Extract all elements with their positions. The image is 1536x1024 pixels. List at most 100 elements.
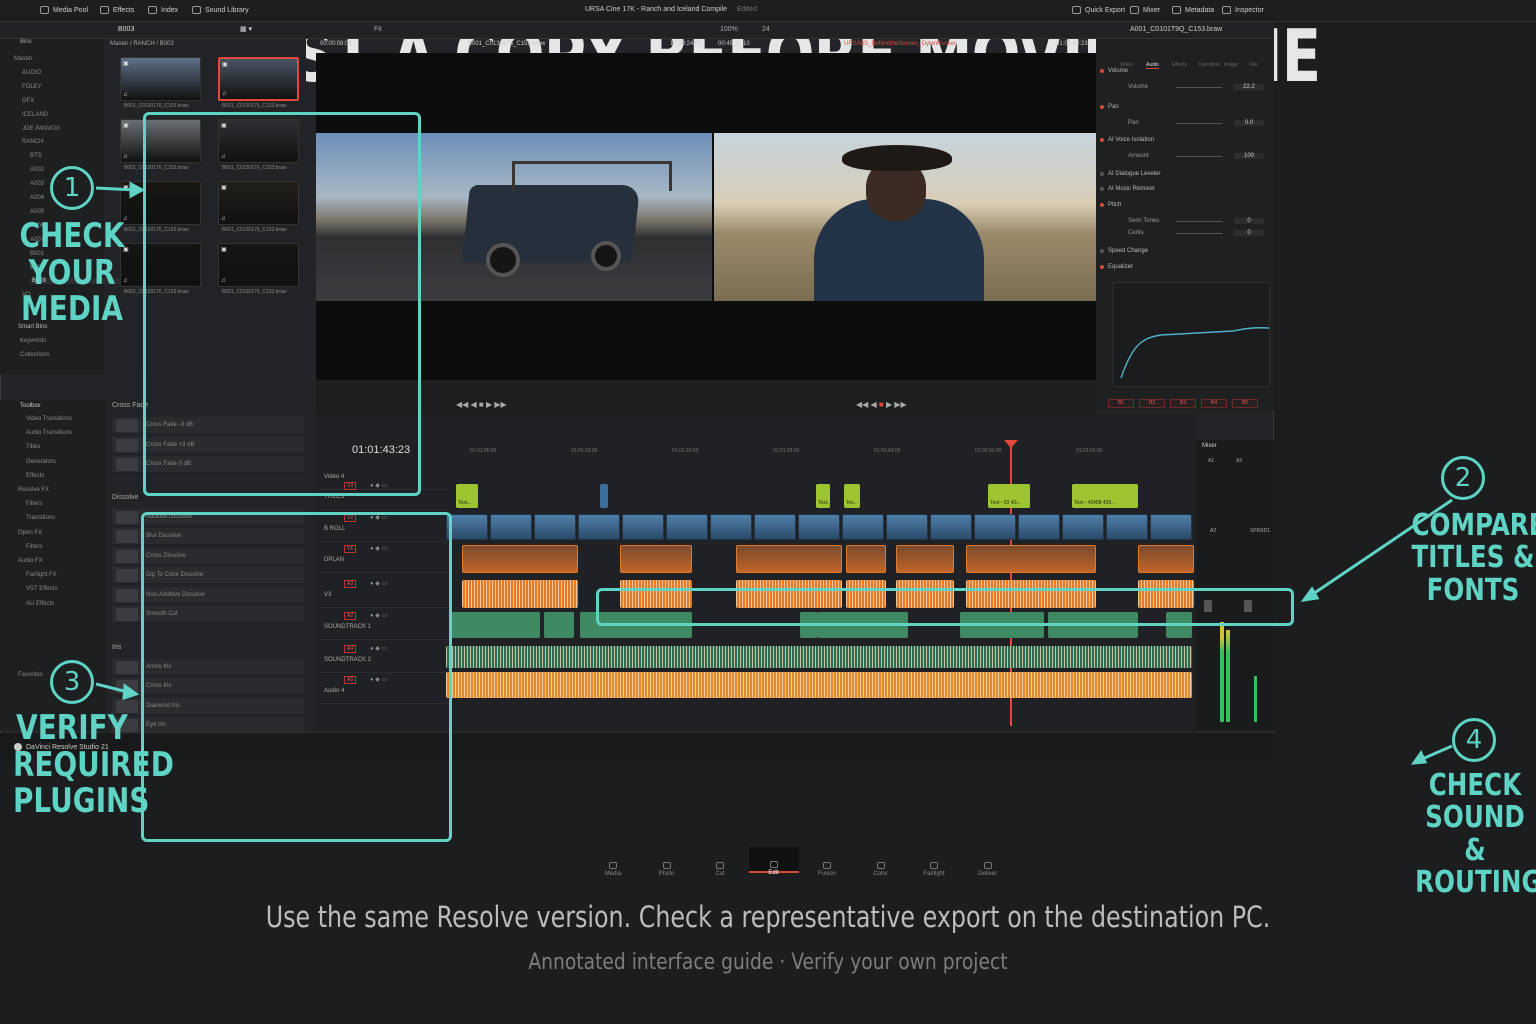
b-roll-clip[interactable] — [842, 514, 884, 540]
equalizer-graph[interactable] — [1112, 282, 1270, 387]
view-toggle-icon[interactable]: ▦ ▾ — [240, 25, 252, 33]
title-clip[interactable]: Text - 43488 435... — [1072, 484, 1138, 508]
param-slider[interactable] — [1176, 87, 1222, 88]
b-roll-clip[interactable] — [1106, 514, 1148, 540]
fx-tree-item[interactable]: Fairlight FX — [26, 572, 57, 578]
audio-4-clip[interactable] — [446, 672, 1192, 698]
title-clip[interactable]: Tex... — [844, 484, 860, 508]
inspector-param-value[interactable]: 0 — [1234, 218, 1264, 224]
b-roll-clip[interactable] — [930, 514, 972, 540]
tab-effects[interactable]: Effects — [100, 6, 134, 14]
media-clip-thumbnail[interactable]: ▣ ♫ — [120, 57, 201, 101]
page-tab-edit[interactable]: Edit — [748, 847, 799, 876]
soundtrack-clip[interactable] — [544, 612, 574, 638]
metadata-button[interactable]: Metadata — [1172, 6, 1214, 14]
title-clip[interactable]: Text... — [456, 484, 478, 508]
bin-item-bts[interactable]: BTS — [30, 153, 42, 159]
inspector-param-value[interactable]: 100 — [1234, 153, 1264, 159]
section-toggle[interactable] — [1100, 249, 1104, 253]
eq-band-button[interactable]: B5 — [1232, 399, 1258, 408]
fx-tree-item[interactable]: Filters — [26, 544, 42, 550]
b-roll-clip[interactable] — [710, 514, 752, 540]
page-tab-fusion[interactable]: Fusion — [802, 862, 852, 877]
title-clip[interactable]: Text... — [816, 484, 831, 508]
fx-tree-item[interactable]: Effects — [26, 473, 44, 479]
param-slider[interactable] — [1176, 156, 1222, 157]
title-clip[interactable]: Text - 03 4S... — [988, 484, 1030, 508]
b-roll-clip[interactable] — [446, 514, 488, 540]
bin-item-master[interactable]: Master — [14, 56, 32, 62]
b-roll-clip[interactable] — [1150, 514, 1192, 540]
b-roll-clip[interactable] — [666, 514, 708, 540]
eq-band-button[interactable]: B4 — [1201, 399, 1227, 408]
fit-select[interactable]: Fit — [374, 26, 382, 33]
b-roll-clip[interactable] — [886, 514, 928, 540]
fx-tree-item[interactable]: Transitions — [26, 515, 55, 521]
soundtrack-2-clip[interactable] — [446, 646, 1192, 668]
fx-tree-item[interactable]: Titles — [26, 444, 40, 450]
eq-band-button[interactable]: B1 — [1108, 399, 1134, 408]
dplan-video-clip[interactable] — [966, 545, 1096, 573]
section-toggle[interactable] — [1100, 69, 1104, 73]
page-tab-photo[interactable]: Photo — [642, 862, 692, 877]
dplan-video-clip[interactable] — [846, 545, 886, 573]
param-slider[interactable] — [1176, 233, 1222, 234]
section-toggle[interactable] — [1100, 265, 1104, 269]
dplan-video-clip[interactable] — [620, 545, 692, 573]
title-clip[interactable] — [600, 484, 608, 508]
bin-item-gfx[interactable]: GFX — [22, 98, 34, 104]
bin-item-ranch[interactable]: RANCH — [22, 139, 43, 145]
fx-tree-item[interactable]: Audio FX — [18, 558, 43, 564]
bin-item-joe-panvox[interactable]: JOE PANVOX — [22, 126, 60, 132]
bin-item-a002[interactable]: A002 — [30, 167, 44, 173]
inspector-param-value[interactable]: 0 — [1234, 230, 1264, 236]
param-slider[interactable] — [1176, 221, 1222, 222]
inspector-section-volume[interactable]: Volume — [1108, 68, 1282, 74]
b-roll-clip[interactable] — [974, 514, 1016, 540]
section-toggle[interactable] — [1100, 172, 1104, 176]
dplan-video-clip[interactable] — [462, 545, 578, 573]
fx-tree-item[interactable]: AU Effects — [26, 601, 54, 607]
b-roll-clip[interactable] — [798, 514, 840, 540]
page-tab-media[interactable]: Media — [588, 862, 638, 877]
bin-item-audio[interactable]: AUDIO — [22, 70, 41, 76]
inspector-section-pitch[interactable]: Pitch — [1108, 202, 1282, 208]
section-toggle[interactable] — [1100, 187, 1104, 191]
inspector-section-speed-change[interactable]: Speed Change — [1108, 248, 1282, 254]
fx-tree-item[interactable]: Resolve FX — [18, 487, 49, 493]
inspector-section-ai-music-remixer[interactable]: AI Music Remixer — [1108, 186, 1282, 192]
inspector-section-equalizer[interactable]: Equalizer — [1108, 264, 1282, 270]
eq-band-button[interactable]: B2 — [1139, 399, 1165, 408]
b-roll-clip[interactable] — [754, 514, 796, 540]
page-tab-deliver[interactable]: Deliver — [963, 862, 1013, 877]
tab-media-pool[interactable]: Media Pool — [40, 6, 88, 14]
page-tab-cut[interactable]: Cut — [695, 862, 745, 877]
fx-tree-item[interactable]: Open FX — [18, 530, 42, 536]
fx-tree-item[interactable]: Filters — [26, 501, 42, 507]
b-roll-clip[interactable] — [1062, 514, 1104, 540]
b-roll-clip[interactable] — [1018, 514, 1060, 540]
tab-index[interactable]: Index — [148, 6, 178, 14]
page-tab-color[interactable]: Color — [856, 862, 906, 877]
inspector-param-value[interactable]: 22.2 — [1234, 84, 1264, 90]
dplan-video-clip[interactable] — [736, 545, 842, 573]
bin-item-a003[interactable]: A003 — [30, 181, 44, 187]
inspector-section-ai-voice-isolation[interactable]: AI Voice Isolation — [1108, 137, 1282, 143]
tab-sound-library[interactable]: Sound Library — [192, 6, 249, 14]
inspector-button[interactable]: Inspector — [1222, 6, 1264, 14]
mixer-button[interactable]: Mixer — [1130, 6, 1160, 14]
eq-band-button[interactable]: B3 — [1170, 399, 1196, 408]
dplan-video-clip[interactable] — [896, 545, 954, 573]
smart-bin-item[interactable]: Collections — [20, 352, 49, 358]
source-transport[interactable]: ◀◀ ◀ ■ ▶ ▶▶ — [456, 400, 507, 409]
section-toggle[interactable] — [1100, 203, 1104, 207]
bin-item-iceland[interactable]: ICELAND — [22, 112, 48, 118]
b-roll-clip[interactable] — [578, 514, 620, 540]
bin-item-a004[interactable]: A004 — [30, 195, 44, 201]
dplan-video-clip[interactable] — [1138, 545, 1194, 573]
inspector-param-value[interactable]: 0.0 — [1234, 120, 1264, 126]
inspector-section-ai-dialogue-leveler[interactable]: AI Dialogue Leveler — [1108, 171, 1282, 177]
soundtrack-clip[interactable] — [450, 612, 540, 638]
b-roll-clip[interactable] — [622, 514, 664, 540]
page-tab-fairlight[interactable]: Fairlight — [909, 862, 959, 877]
